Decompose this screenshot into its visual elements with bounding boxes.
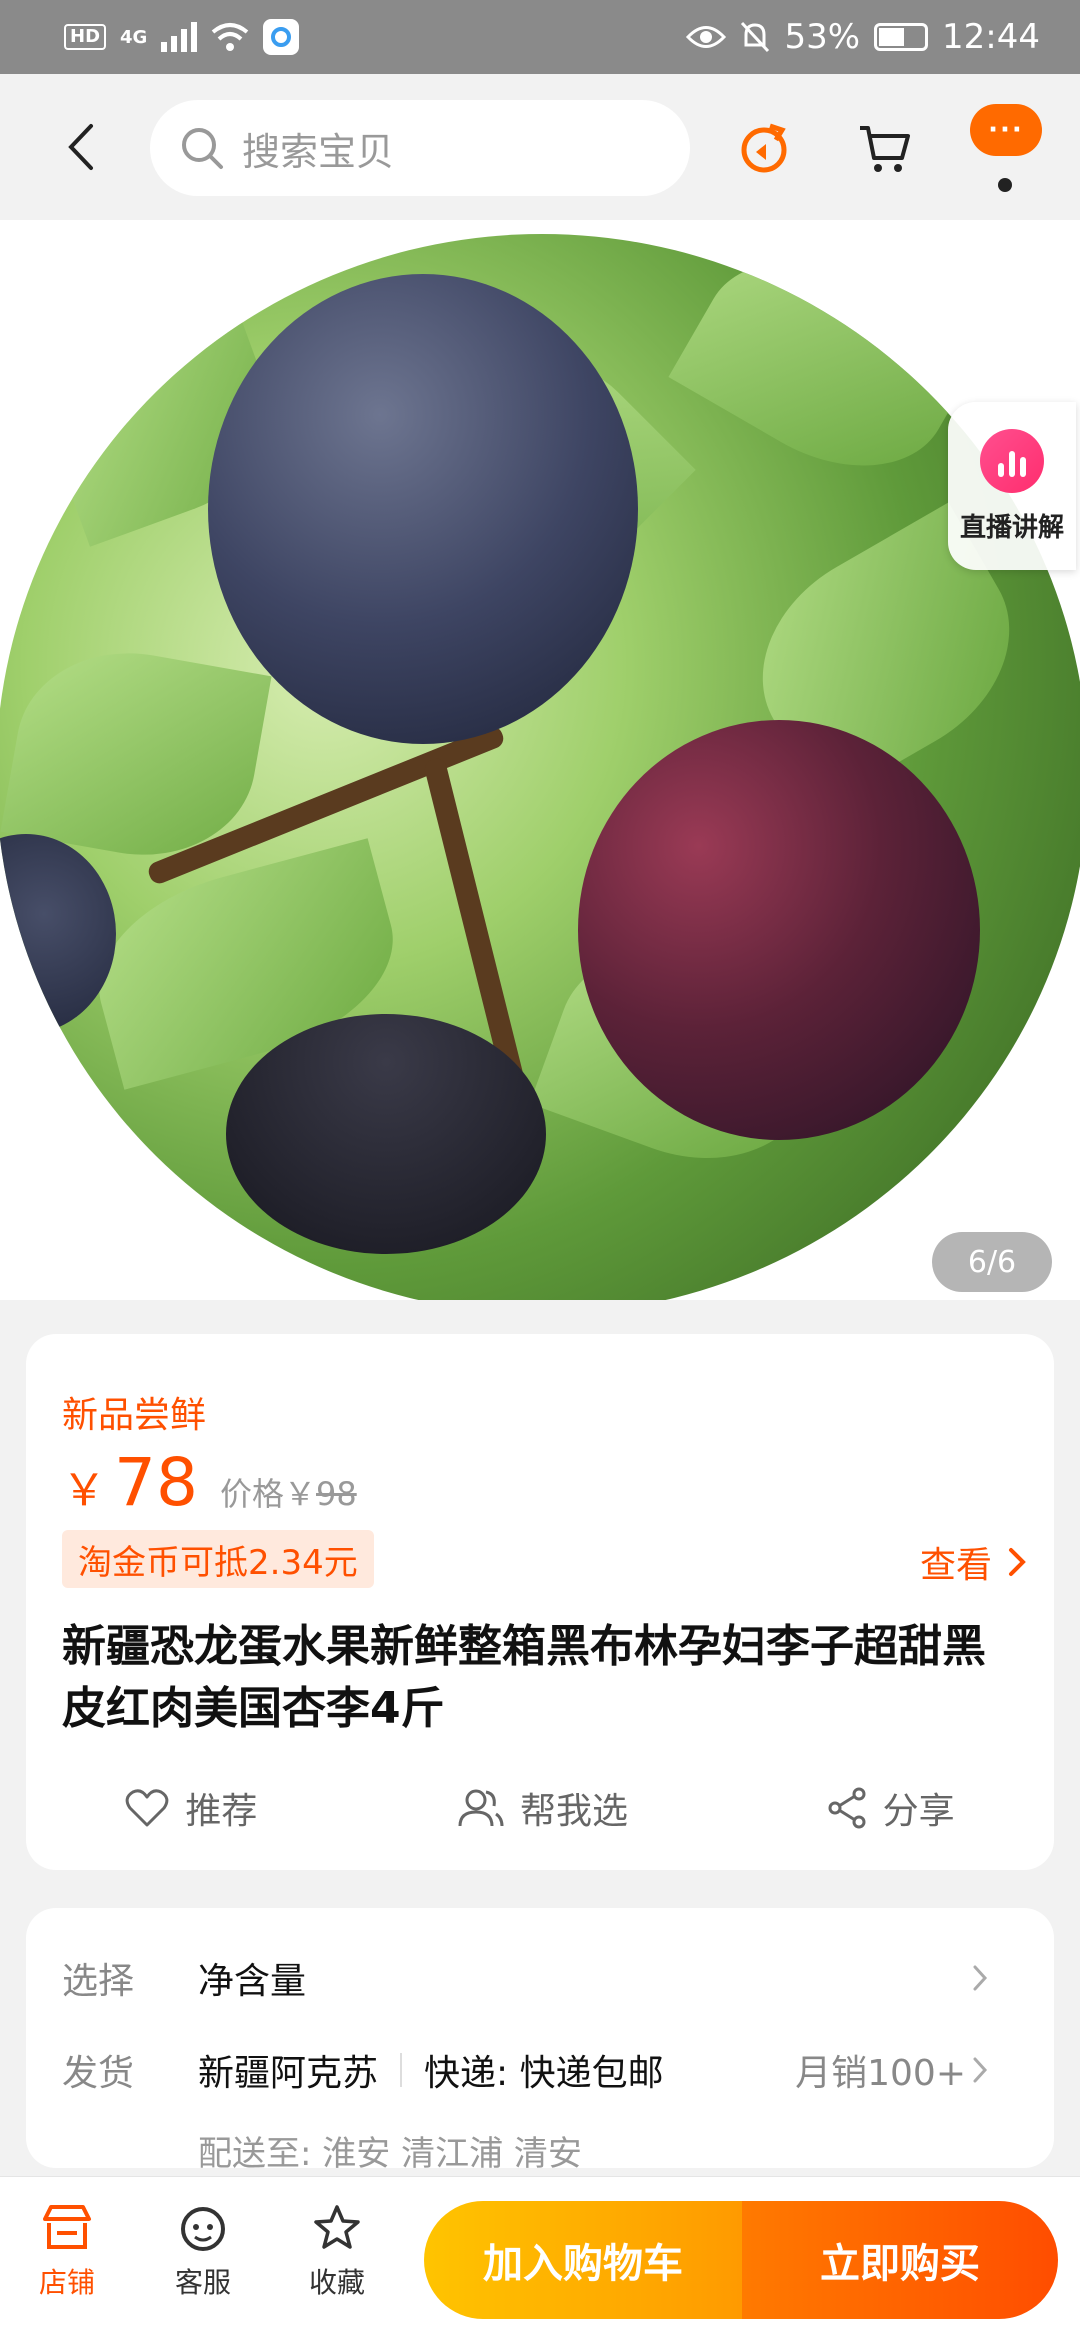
signal-icon [161,22,198,52]
price-row: ￥ 78 价格￥98 [62,1444,357,1521]
help-me-choose-button[interactable]: 帮我选 [456,1782,628,1834]
share-label: 分享 [882,1791,955,1832]
select-spec-row[interactable]: 选择 净含量 [62,1952,1018,2004]
live-bars-icon [980,428,1044,493]
share-icon [828,1787,866,1829]
original-price: 价格￥98 [219,1475,357,1513]
forward-circle-icon [741,123,787,173]
star-icon [314,2205,360,2249]
more-button[interactable]: ··· [970,104,1042,156]
chevron-left-icon [68,124,93,170]
back-button[interactable] [50,112,110,182]
cart-icon [860,126,910,172]
live-explain-button[interactable]: 直播讲解 [948,402,1076,570]
top-nav: 搜索宝贝 ··· [0,74,1080,220]
product-gallery[interactable]: 直播讲解 6/6 [0,220,1080,1300]
view-coin-link[interactable]: 查看 [920,1536,1026,1588]
heart-icon [125,1789,169,1827]
coin-discount-chip: 淘金币可抵2.34元 [62,1530,374,1588]
shipping-row[interactable]: 发货 新疆阿克苏 快递: 快递包邮 月销100+ [62,2044,1018,2096]
app-notification-icon [263,19,300,55]
network-type: 4G [120,26,148,48]
wifi-icon [212,23,249,51]
ship-method: 快递: 快递包邮 [424,2053,664,2094]
service-label: 客服 [174,2266,231,2299]
favorite-label: 收藏 [308,2266,365,2299]
shop-icon [43,2205,91,2249]
select-key: 选择 [62,1961,135,2002]
chevron-right-icon [973,1965,988,1991]
action-row: 推荐 帮我选 分享 [26,1778,1054,1838]
customer-service-button[interactable]: 客服 [158,2203,248,2301]
favorite-button[interactable]: 收藏 [292,2203,382,2301]
mute-bell-icon [741,21,770,53]
product-info-card: 新品尝鲜 ￥ 78 价格￥98 淘金币可抵2.34元 查看 新疆恐龙蛋水果新鲜整… [26,1334,1054,1870]
image-counter: 6/6 [932,1232,1052,1292]
battery-percent: 53% [784,17,861,57]
divider [400,2053,403,2087]
search-placeholder: 搜索宝贝 [242,129,395,174]
clock: 12:44 [942,17,1040,57]
live-explain-label: 直播讲解 [959,512,1064,543]
battery-icon [874,23,929,51]
search-input[interactable]: 搜索宝贝 [150,100,690,196]
hd-icon: HD [64,24,107,50]
notification-dot [998,178,1012,192]
new-product-tag: 新品尝鲜 [62,1395,207,1436]
people-icon [458,1789,504,1827]
buy-now-button[interactable]: 立即购买 [742,2201,1058,2319]
share-forward-button[interactable] [732,116,796,180]
view-label: 查看 [919,1545,992,1586]
help-me-choose-label: 帮我选 [519,1791,628,1832]
chevron-right-icon [973,2057,988,2083]
chevron-right-icon [1009,1548,1026,1576]
recommend-button[interactable]: 推荐 [125,1782,257,1834]
search-icon [182,128,223,169]
current-price: 78 [114,1444,198,1521]
share-button[interactable]: 分享 [827,1782,955,1834]
bottom-action-bar: 店铺 客服 收藏 加入购物车 立即购买 [0,2176,1080,2340]
ship-origin: 新疆阿克苏 [198,2053,379,2094]
add-to-cart-button[interactable]: 加入购物车 [424,2201,742,2319]
shop-button[interactable]: 店铺 [22,2203,112,2301]
service-face-icon [181,2207,225,2251]
select-value: 净含量 [198,1961,307,2002]
shop-label: 店铺 [38,2266,95,2299]
recommend-label: 推荐 [185,1791,258,1832]
status-bar: HD 4G 53% 12:44 [0,0,1080,74]
currency-symbol: ￥ [62,1465,106,1516]
eye-icon [686,26,727,48]
deliver-to: 配送至: 淮安 清江浦 清安 [198,2134,582,2174]
monthly-sales: 月销100+ [795,2053,966,2094]
product-photo [0,234,1080,1300]
cart-button[interactable] [852,116,916,180]
spec-card: 选择 净含量 发货 新疆阿克苏 快递: 快递包邮 月销100+ 配送至: 淮安 … [26,1908,1054,2174]
ship-key: 发货 [62,2053,135,2094]
product-title: 新疆恐龙蛋水果新鲜整箱黑布林孕妇李子超甜黑皮红肉美国杏李4斤 [62,1621,986,1734]
